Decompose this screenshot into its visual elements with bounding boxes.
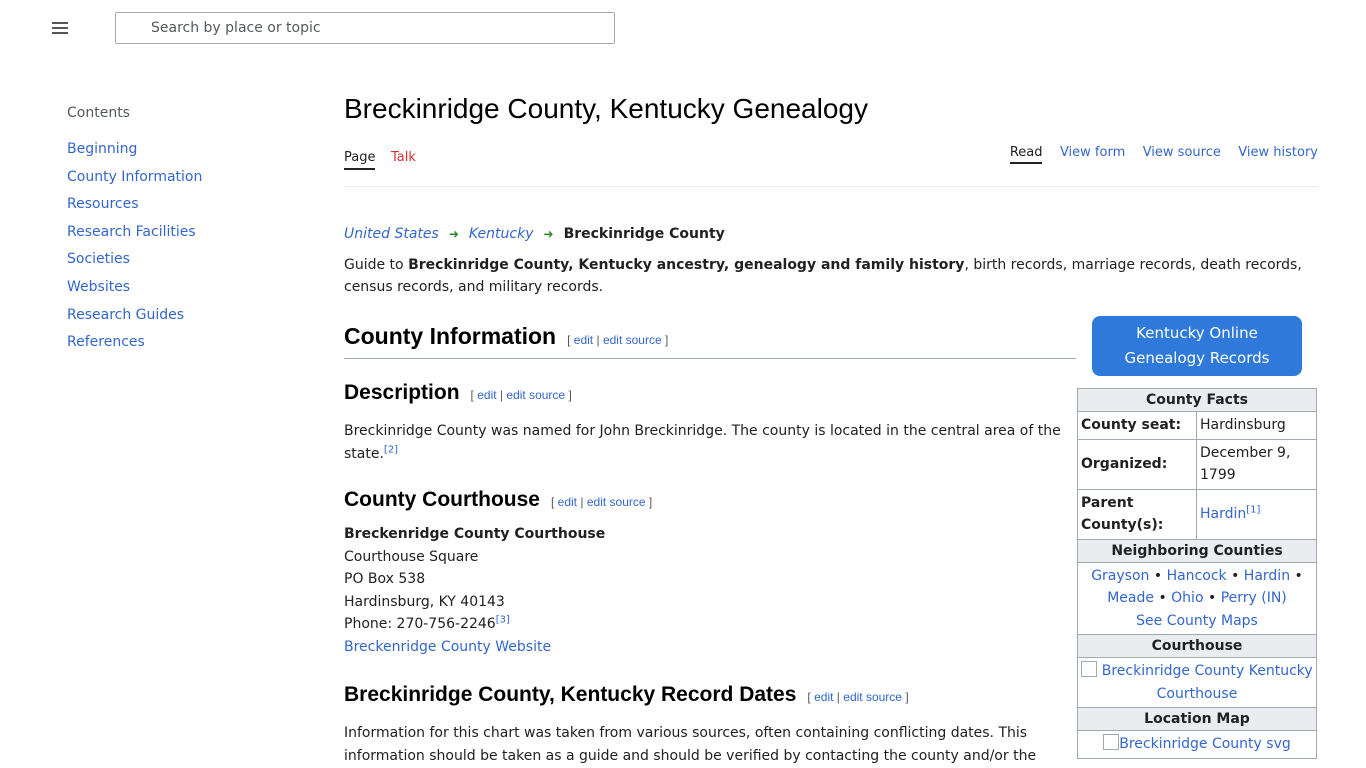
toc-item-resources[interactable]: Resources	[67, 195, 307, 223]
phone-number: Phone: 270-756-2246	[344, 616, 496, 632]
arrow-right-icon: ➜	[543, 227, 554, 241]
organized-label: Organized:	[1077, 438, 1197, 490]
main-content: Breckinridge County, Kentucky Genealogy …	[344, 90, 1318, 764]
intro-paragraph: Guide to Breckinridge County, Kentucky a…	[344, 254, 1318, 298]
heading-text: Description	[344, 381, 460, 404]
tab-page[interactable]: Page	[344, 150, 376, 170]
neighboring-counties-list: Grayson • Hancock • Hardin • Meade • Ohi…	[1077, 561, 1317, 635]
page-title: Breckinridge County, Kentucky Genealogy	[344, 93, 868, 124]
neighbor-link[interactable]: Grayson	[1091, 568, 1149, 584]
neighbor-link[interactable]: Hancock	[1167, 568, 1227, 584]
menu-icon[interactable]	[52, 19, 69, 37]
courthouse-address: Breckenridge County Courthouse Courthous…	[344, 523, 1066, 658]
online-records-button[interactable]: Kentucky Online Genealogy Records	[1092, 316, 1302, 376]
neighbor-link[interactable]: Perry (IN)	[1221, 590, 1287, 606]
facts-title: County Facts	[1077, 388, 1317, 412]
toc-item-websites[interactable]: Websites	[67, 278, 307, 306]
neighbor-link[interactable]: Ohio	[1171, 590, 1203, 606]
edit-source-link[interactable]: edit source	[587, 495, 646, 509]
toc-item-research-guides[interactable]: Research Guides	[67, 306, 307, 334]
parent-county-label: Parent County(s):	[1077, 488, 1197, 540]
breadcrumb-current: Breckinridge County	[563, 226, 725, 242]
courthouse-title: Courthouse	[1077, 634, 1317, 658]
location-map-image[interactable]: Breckinridge County svg	[1077, 730, 1317, 759]
broken-image-icon	[1103, 734, 1120, 750]
reference-link[interactable]: [1]	[1246, 504, 1260, 515]
button-label-line2: Genealogy Records	[1124, 349, 1270, 367]
toc-item-references[interactable]: References	[67, 333, 307, 361]
article-body: County Information [ edit | edit source ]…	[344, 320, 1076, 767]
address-line: PO Box 538	[344, 571, 426, 587]
tab-read[interactable]: Read	[1009, 145, 1043, 164]
intro-bold: Breckinridge County, Kentucky ancestry, …	[408, 257, 965, 273]
edit-section-links: [ edit | edit source ]	[550, 495, 653, 509]
county-facts-table: County Facts County seat: Hardinsburg Or…	[1077, 388, 1317, 759]
neighboring-counties-title: Neighboring Counties	[1077, 538, 1317, 563]
reference-link[interactable]: [2]	[384, 444, 398, 455]
toc-title: Contents	[67, 105, 130, 121]
arrow-right-icon: ➜	[448, 227, 459, 241]
location-map-title: Location Map	[1077, 707, 1317, 731]
breadcrumb: United States ➜ Kentucky ➜ Breckinridge Coun…	[344, 226, 725, 242]
edit-section-links: [ edit | edit source ]	[807, 690, 909, 704]
reference-link[interactable]: [3]	[496, 614, 510, 625]
toc-item-societies[interactable]: Societies	[67, 250, 307, 278]
search-box[interactable]	[115, 12, 615, 44]
record-dates-text: Information for this chart was taken fro…	[344, 725, 1037, 764]
tab-view-history[interactable]: View history	[1238, 145, 1318, 160]
location-map-alt[interactable]: Breckinridge County svg	[1119, 736, 1291, 752]
page-tabs: Page Talk Read View form View source Vie…	[344, 144, 1318, 187]
edit-link[interactable]: edit	[477, 388, 496, 402]
toc-item-county-information[interactable]: County Information	[67, 168, 307, 196]
edit-section-links: [ edit | edit source ]	[470, 388, 572, 402]
courthouse-image[interactable]: Breckinridge County Kentucky Courthouse	[1077, 657, 1317, 708]
parent-county-value: Hardin[1]	[1196, 488, 1317, 540]
edit-source-link[interactable]: edit source	[603, 333, 662, 347]
edit-link[interactable]: edit	[574, 333, 593, 347]
county-seat-value: Hardinsburg	[1196, 411, 1317, 440]
neighbor-link[interactable]: Hardin	[1244, 568, 1290, 584]
heading-text: Breckinridge County, Kentucky Record Dat…	[344, 683, 797, 706]
edit-source-link[interactable]: edit source	[506, 388, 565, 402]
broken-image-icon	[1081, 661, 1098, 677]
parent-county-link[interactable]: Hardin	[1200, 506, 1246, 522]
heading-text: County Information	[344, 323, 557, 349]
tab-view-form[interactable]: View form	[1060, 145, 1125, 160]
breadcrumb-kentucky[interactable]: Kentucky	[469, 226, 534, 242]
view-tabs: Read View form View source View history	[997, 144, 1318, 164]
heading-county-information: County Information [ edit | edit source ]	[344, 320, 1076, 359]
county-maps-link[interactable]: See County Maps	[1136, 613, 1258, 629]
heading-record-dates: Breckinridge County, Kentucky Record Dat…	[344, 680, 1066, 712]
table-of-contents: Contents Beginning County Information Re…	[67, 105, 307, 361]
breadcrumb-united-states[interactable]: United States	[344, 226, 439, 242]
toc-item-research-facilities[interactable]: Research Facilities	[67, 223, 307, 251]
edit-link[interactable]: edit	[558, 495, 577, 509]
county-website-link[interactable]: Breckenridge County Website	[344, 639, 551, 655]
address-line: Hardinsburg, KY 40143	[344, 593, 505, 610]
description-text: Breckinridge County was named for John B…	[344, 423, 1061, 462]
courthouse-image-alt[interactable]: Breckinridge County Kentucky Courthouse	[1102, 663, 1313, 702]
edit-source-link[interactable]: edit source	[843, 690, 902, 704]
heading-description: Description [ edit | edit source ]	[344, 378, 1066, 410]
edit-link[interactable]: edit	[814, 690, 833, 704]
search-input[interactable]	[151, 18, 591, 38]
organized-value: December 9, 1799	[1196, 438, 1317, 490]
button-label-line1: Kentucky Online	[1136, 324, 1258, 342]
address-line: Courthouse Square	[344, 548, 479, 565]
toc-item-beginning[interactable]: Beginning	[67, 140, 307, 168]
tab-view-source[interactable]: View source	[1143, 145, 1221, 160]
county-seat-label: County seat:	[1077, 411, 1197, 440]
intro-prefix: Guide to	[344, 257, 409, 273]
heading-county-courthouse: County Courthouse [ edit | edit source ]	[344, 485, 1066, 517]
tab-talk[interactable]: Talk	[391, 150, 416, 165]
courthouse-name: Breckenridge County Courthouse	[344, 526, 606, 542]
edit-section-links: [ edit | edit source ]	[567, 333, 669, 347]
neighbor-link[interactable]: Meade	[1107, 590, 1154, 606]
heading-text: County Courthouse	[344, 488, 540, 511]
